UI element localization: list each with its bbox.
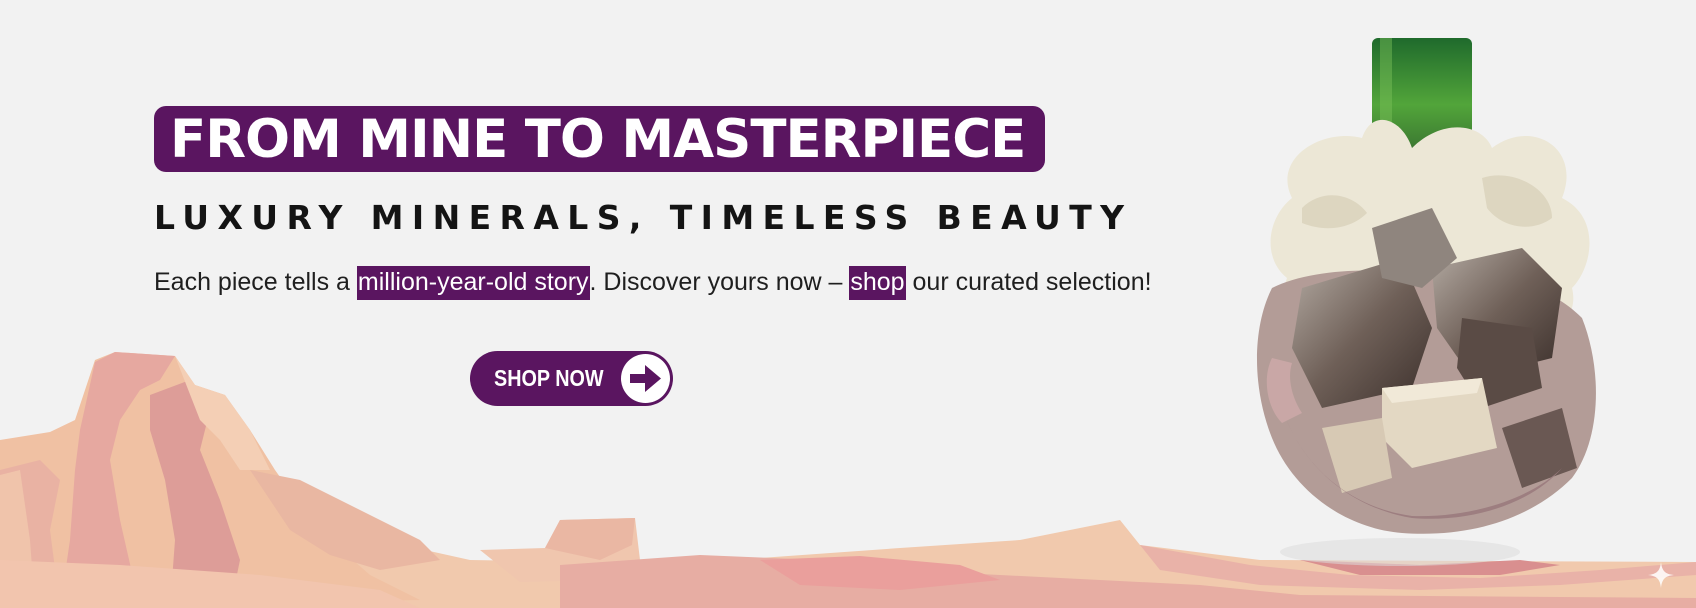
tagline-text-1: Each piece tells a: [154, 268, 357, 296]
headline-text: FROM MINE TO MASTERPIECE: [170, 108, 1026, 170]
tagline-highlight-shop: shop: [849, 266, 906, 300]
arrow-right-icon: [621, 354, 670, 403]
tagline-text-3: our curated selection!: [905, 268, 1152, 296]
tagline-text-2: . Discover yours now –: [589, 268, 850, 296]
shop-now-button[interactable]: SHOP NOW: [470, 351, 673, 406]
headline: FROM MINE TO MASTERPIECE: [154, 106, 1046, 172]
tourmaline-mineral-image: [1257, 38, 1596, 534]
shop-now-label: SHOP NOW: [494, 365, 604, 391]
tagline-highlight-story: million-year-old story: [356, 266, 590, 300]
tagline: Each piece tells a million-year-old stor…: [154, 266, 1152, 300]
sparkle-icon: [1648, 562, 1674, 588]
hero-banner: FROM MINE TO MASTERPIECE LUXURY MINERALS…: [0, 0, 1696, 608]
subheadline: LUXURY MINERALS, TIMELESS BEAUTY: [154, 198, 1133, 237]
